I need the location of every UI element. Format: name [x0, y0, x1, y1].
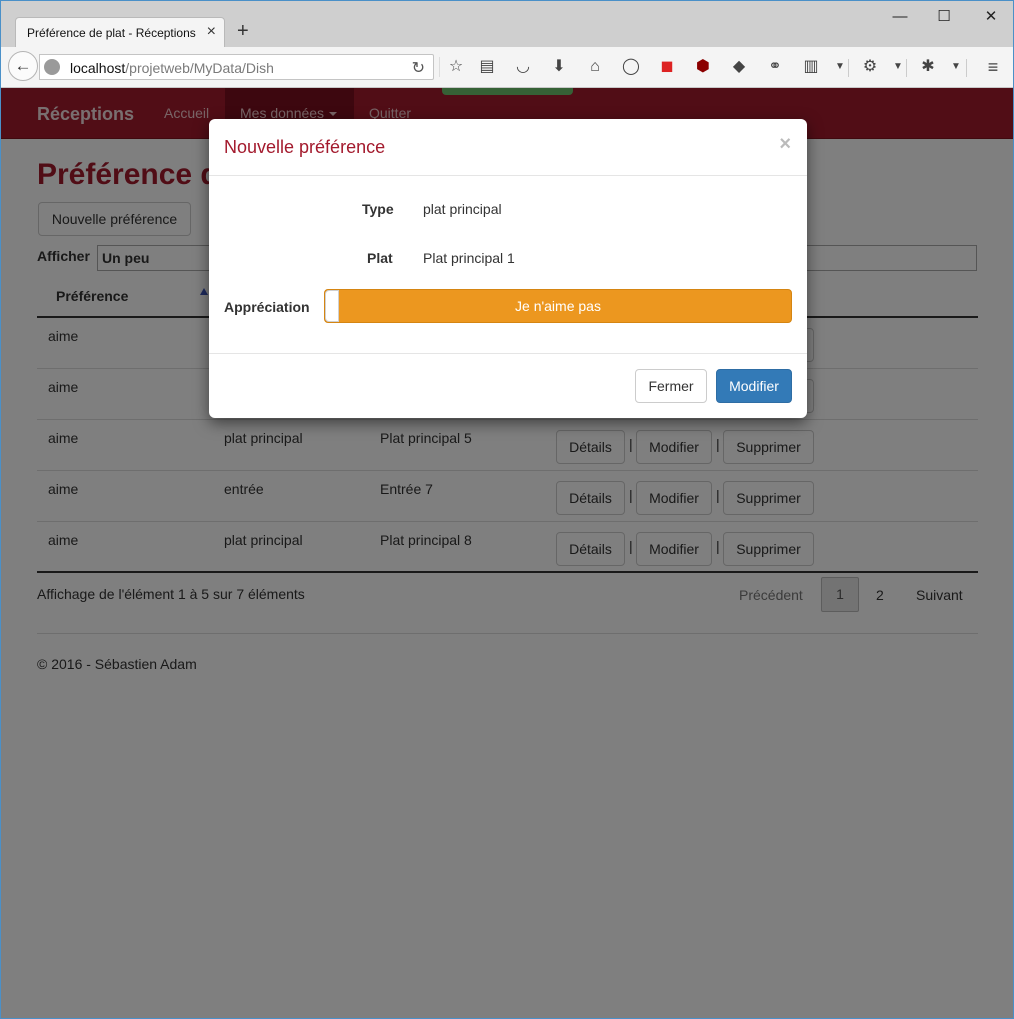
url-path: /projetweb/MyData/Dish [125, 60, 274, 76]
type-value: plat principal [423, 201, 502, 217]
tab-close-icon[interactable]: × [207, 23, 216, 41]
hamburger-menu-icon[interactable]: ≡ [982, 56, 1004, 78]
chat-icon[interactable]: ◯ [620, 56, 642, 78]
url-host: localhost [70, 60, 126, 76]
url-bar[interactable]: localhost/projetweb/MyData/Dish ↻ [39, 54, 440, 80]
reload-icon[interactable]: ↻ [412, 58, 425, 78]
share-icon[interactable]: ◆ [728, 56, 750, 78]
dropdown-arrow-icon[interactable]: ▼ [945, 56, 967, 78]
tab-title: Préférence de plat - Réceptions [27, 26, 196, 40]
submit-button[interactable]: Modifier [716, 369, 792, 403]
toolbar-separator [966, 59, 967, 77]
rating-value: Je n'aime pas [515, 298, 601, 314]
extension-icon[interactable]: ⚭ [764, 56, 786, 78]
bookmark-star-icon[interactable]: ☆ [445, 56, 467, 78]
toolbar-separator [906, 59, 907, 77]
browser-window: Préférence de plat - Réceptions × + — ☐ … [0, 0, 1014, 1019]
toolbar-separator [848, 59, 849, 77]
url-divider [439, 57, 440, 77]
web-page: Réceptions Accueil Mes données Quitter P… [1, 88, 1013, 1018]
minimize-icon[interactable]: — [885, 7, 915, 27]
modal-footer-divider [209, 353, 807, 354]
dish-value: Plat principal 1 [423, 250, 515, 266]
globe-icon [44, 59, 60, 75]
pocket-icon[interactable]: ◡ [512, 56, 534, 78]
modal-close-icon[interactable]: × [779, 133, 791, 156]
browser-tab[interactable]: Préférence de plat - Réceptions × [15, 17, 225, 48]
modal-title: Nouvelle préférence [224, 137, 386, 157]
maximize-icon[interactable]: ☐ [929, 7, 959, 27]
rating-slider[interactable]: Je n'aime pas [324, 289, 792, 323]
new-tab-icon[interactable]: + [237, 21, 249, 41]
settings-gear-icon[interactable]: ⚙ [859, 56, 881, 78]
url-text: localhost/projetweb/MyData/Dish [70, 60, 274, 76]
dish-label: Plat [367, 250, 393, 266]
avira-icon[interactable]: ◼ [656, 56, 678, 78]
download-icon[interactable]: ⬇ [548, 56, 570, 78]
browser-toolbar: localhost/projetweb/MyData/Dish ↻ ← ☆ ▤ … [1, 47, 1013, 88]
modal-header-divider [209, 175, 807, 176]
rating-label: Appréciation [224, 299, 310, 315]
preference-modal: Nouvelle préférence × Type plat principa… [209, 119, 807, 418]
back-arrow-icon: ← [14, 56, 32, 75]
clipboard-icon[interactable]: ▥ [800, 56, 822, 78]
back-button[interactable]: ← [8, 51, 38, 81]
browser-titlebar: Préférence de plat - Réceptions × + — ☐ … [1, 1, 1013, 48]
window-close-icon[interactable]: ✕ [976, 7, 1006, 27]
bug-icon[interactable]: ✱ [917, 56, 939, 78]
ublock-icon[interactable]: ⬢ [692, 56, 714, 78]
close-button[interactable]: Fermer [635, 369, 707, 403]
reading-list-icon[interactable]: ▤ [476, 56, 498, 78]
type-label: Type [362, 201, 394, 217]
home-icon[interactable]: ⌂ [584, 56, 606, 78]
